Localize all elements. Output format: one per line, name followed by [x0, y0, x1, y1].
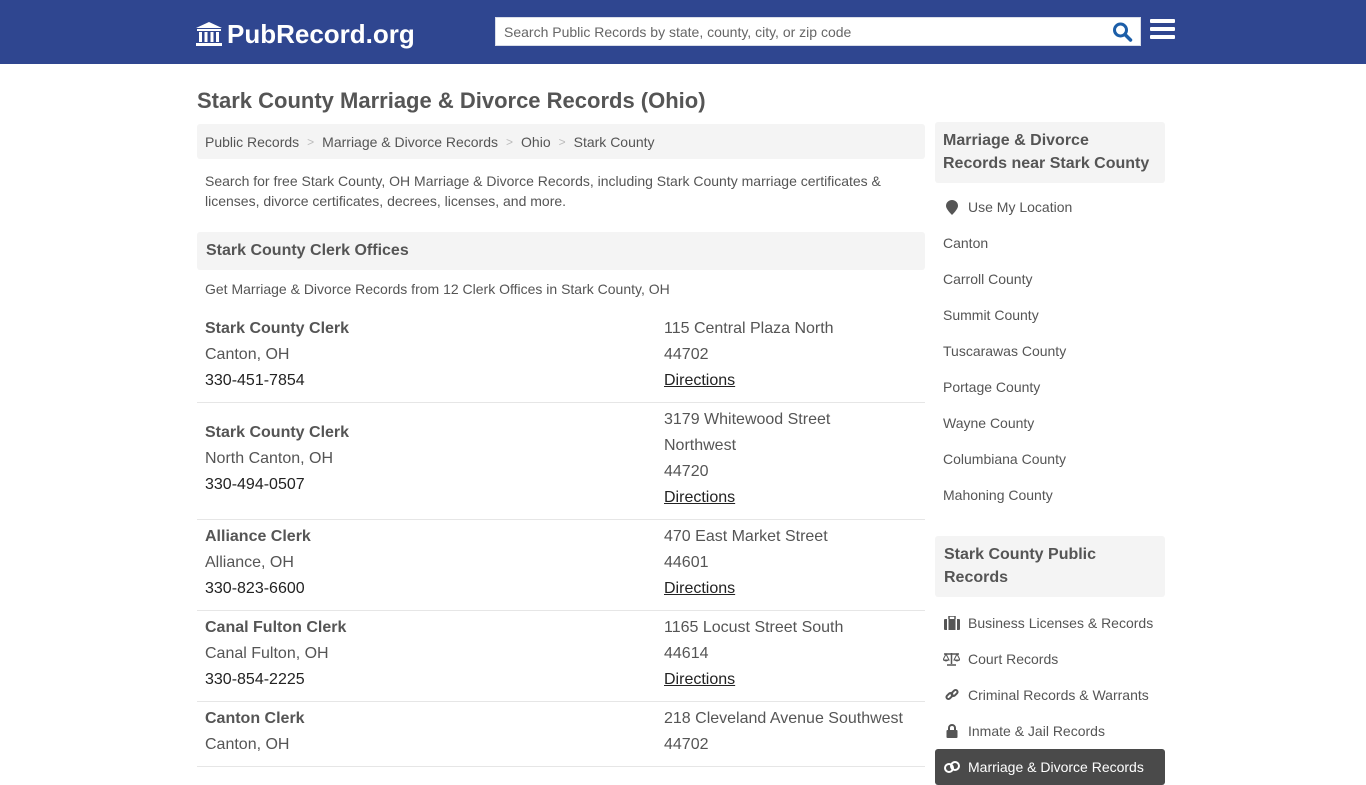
office-zip: 44720	[664, 463, 709, 480]
briefcase-icon	[943, 615, 960, 631]
use-my-location-label: Use My Location	[968, 199, 1073, 215]
office-address-line2: Northwest	[664, 437, 737, 454]
office-zip: 44702	[664, 346, 709, 363]
nearby-link-wayne-county[interactable]: Wayne County	[935, 405, 1165, 441]
nearby-link-summit-county[interactable]: Summit County	[935, 297, 1165, 333]
clerk-office-list: Stark County Clerk Canton, OH 330-451-78…	[197, 312, 925, 767]
office-listing: Stark County Clerk North Canton, OH 330-…	[197, 403, 925, 520]
office-name: Canal Fulton Clerk	[205, 619, 347, 636]
scales-icon	[943, 651, 960, 667]
logo-text: PubRecord.org	[227, 18, 415, 49]
marriage-divorce-records-link[interactable]: Marriage & Divorce Records	[935, 749, 1165, 785]
office-address: 470 East Market Street	[664, 528, 828, 545]
office-phone[interactable]: 330-854-2225	[205, 667, 664, 693]
clerk-offices-subheading: Get Marriage & Divorce Records from 12 C…	[205, 281, 670, 297]
breadcrumb-separator: >	[307, 134, 315, 149]
criminal-records-link[interactable]: Criminal Records & Warrants	[935, 677, 1165, 713]
nearby-link-carroll-county[interactable]: Carroll County	[935, 261, 1165, 297]
link-icon	[943, 687, 960, 703]
court-records-label: Court Records	[968, 651, 1059, 667]
marriage-divorce-records-label: Marriage & Divorce Records	[968, 759, 1144, 775]
county-public-records-panel: Stark County Public Records Business Lic…	[935, 536, 1165, 785]
office-city: Canton, OH	[205, 346, 290, 363]
county-public-records-heading: Stark County Public Records	[935, 536, 1165, 597]
office-name: Canton Clerk	[205, 710, 305, 727]
menu-bar	[1150, 35, 1175, 39]
inmate-jail-records-link[interactable]: Inmate & Jail Records	[935, 713, 1165, 749]
search-box	[495, 17, 1141, 46]
office-city: Alliance, OH	[205, 554, 294, 571]
office-listing: Alliance Clerk Alliance, OH 330-823-6600…	[197, 520, 925, 611]
office-address: 3179 Whitewood Street	[664, 411, 831, 428]
menu-bar	[1150, 19, 1175, 23]
lock-icon	[943, 723, 960, 739]
breadcrumb-marriage-divorce[interactable]: Marriage & Divorce Records	[322, 134, 498, 150]
office-listing: Stark County Clerk Canton, OH 330-451-78…	[197, 312, 925, 403]
nearby-link-canton[interactable]: Canton	[935, 225, 1165, 261]
office-listing: Canal Fulton Clerk Canal Fulton, OH 330-…	[197, 611, 925, 702]
nearby-records-heading: Marriage & Divorce Records near Stark Co…	[935, 122, 1165, 183]
office-phone[interactable]: 330-823-6600	[205, 576, 664, 602]
directions-link[interactable]: Directions	[664, 671, 735, 688]
page-title: Stark County Marriage & Divorce Records …	[197, 88, 706, 113]
office-zip: 44601	[664, 554, 709, 571]
top-navbar: PubRecord.org	[0, 0, 1366, 64]
breadcrumb-ohio[interactable]: Ohio	[521, 134, 551, 150]
breadcrumb-public-records[interactable]: Public Records	[205, 134, 299, 150]
directions-link[interactable]: Directions	[664, 489, 735, 506]
business-licenses-label: Business Licenses & Records	[968, 615, 1154, 631]
office-city: Canton, OH	[205, 736, 290, 753]
site-logo[interactable]: PubRecord.org	[195, 18, 415, 50]
nearby-link-columbiana-county[interactable]: Columbiana County	[935, 441, 1165, 477]
nearby-link-tuscarawas-county[interactable]: Tuscarawas County	[935, 333, 1165, 369]
office-address: 115 Central Plaza North	[664, 320, 834, 337]
use-my-location-link[interactable]: Use My Location	[935, 189, 1165, 225]
courthouse-icon	[196, 22, 222, 46]
menu-bar	[1150, 27, 1175, 31]
directions-link[interactable]: Directions	[664, 372, 735, 389]
office-name: Stark County Clerk	[205, 424, 350, 441]
map-marker-icon	[943, 199, 960, 215]
nearby-records-list: Use My Location Canton Carroll County Su…	[935, 189, 1165, 513]
breadcrumb-separator: >	[506, 134, 514, 149]
criminal-records-label: Criminal Records & Warrants	[968, 687, 1149, 703]
office-zip: 44614	[664, 645, 709, 662]
office-address: 1165 Locust Street South	[664, 619, 844, 636]
office-listing: Canton Clerk Canton, OH 218 Cleveland Av…	[197, 702, 925, 767]
nearby-link-portage-county[interactable]: Portage County	[935, 369, 1165, 405]
breadcrumb: Public Records > Marriage & Divorce Reco…	[197, 124, 925, 159]
clerk-offices-heading: Stark County Clerk Offices	[197, 232, 925, 270]
directions-link[interactable]: Directions	[664, 580, 735, 597]
office-phone[interactable]: 330-494-0507	[205, 472, 664, 498]
office-phone[interactable]: 330-451-7854	[205, 368, 664, 394]
office-zip: 44702	[664, 736, 709, 753]
breadcrumb-separator: >	[558, 134, 566, 149]
county-public-records-list: Business Licenses & Records Court Record…	[935, 605, 1165, 785]
office-name: Alliance Clerk	[205, 528, 311, 545]
office-city: Canal Fulton, OH	[205, 645, 329, 662]
nearby-records-panel: Marriage & Divorce Records near Stark Co…	[935, 122, 1165, 513]
office-name: Stark County Clerk	[205, 320, 350, 337]
rings-icon	[943, 759, 960, 775]
search-icon[interactable]	[1112, 22, 1134, 42]
hamburger-menu-icon[interactable]	[1150, 19, 1175, 43]
office-city: North Canton, OH	[205, 450, 334, 467]
nearby-link-mahoning-county[interactable]: Mahoning County	[935, 477, 1165, 513]
office-address: 218 Cleveland Avenue Southwest	[664, 710, 903, 727]
breadcrumb-stark-county[interactable]: Stark County	[574, 134, 655, 150]
inmate-jail-records-label: Inmate & Jail Records	[968, 723, 1105, 739]
intro-text: Search for free Stark County, OH Marriag…	[205, 173, 881, 209]
search-input[interactable]	[496, 18, 1096, 45]
business-licenses-link[interactable]: Business Licenses & Records	[935, 605, 1165, 641]
court-records-link[interactable]: Court Records	[935, 641, 1165, 677]
